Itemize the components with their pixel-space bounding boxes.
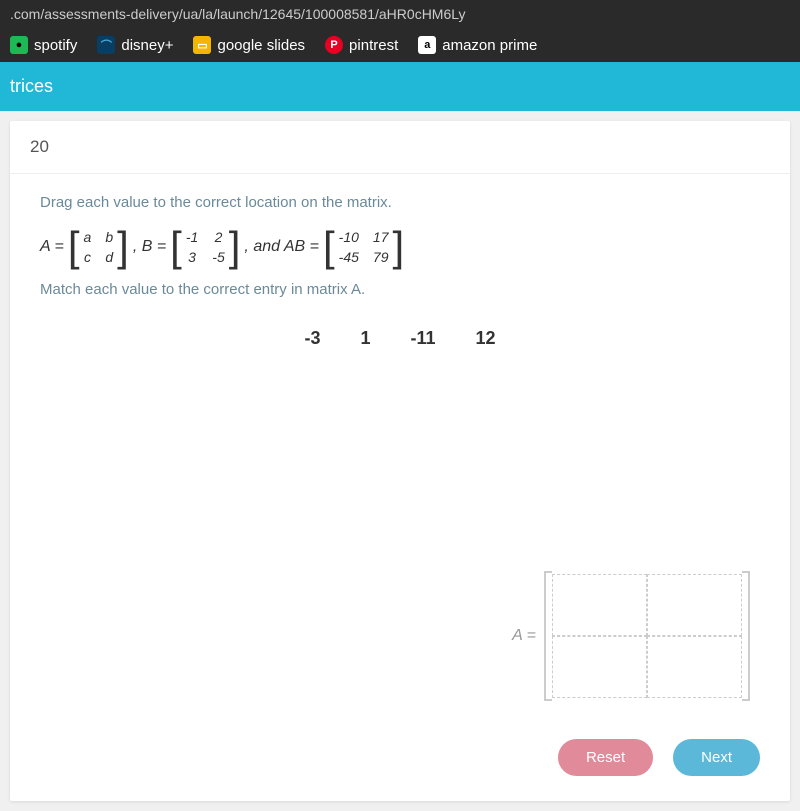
right-bracket-icon: ] xyxy=(117,230,129,264)
matrix-cell: -1 xyxy=(186,229,198,245)
bookmark-label: amazon prime xyxy=(442,37,537,54)
instruction-text: Drag each value to the correct location … xyxy=(40,194,760,211)
matrix-b: [ -1 2 3 -5 ] xyxy=(170,229,240,265)
bookmark-spotify[interactable]: ● spotify xyxy=(10,36,77,54)
drop-matrix xyxy=(544,571,750,701)
and-text: , and AB = xyxy=(244,238,319,256)
bookmark-label: pintrest xyxy=(349,37,398,54)
matrix-cell: a xyxy=(84,229,92,245)
matrix-cell: 2 xyxy=(212,229,224,245)
amazon-icon: a xyxy=(418,36,436,54)
bookmark-label: google slides xyxy=(217,37,305,54)
draggable-value[interactable]: 1 xyxy=(360,328,370,349)
math-equation-row: A = [ a b c d ] , B = [ -1 2 xyxy=(40,229,760,265)
right-bracket-icon xyxy=(742,571,750,701)
matrix-a-label: A = xyxy=(40,238,64,256)
next-button[interactable]: Next xyxy=(673,739,760,776)
left-bracket-icon xyxy=(544,571,552,701)
drop-cell-a[interactable] xyxy=(552,574,647,636)
content-area: 20 Drag each value to the correct locati… xyxy=(0,111,800,811)
spotify-icon: ● xyxy=(10,36,28,54)
sub-instruction-text: Match each value to the correct entry in… xyxy=(40,281,760,298)
matrix-b-label: , B = xyxy=(133,238,166,256)
page-header: trices xyxy=(0,62,800,111)
question-card: 20 Drag each value to the correct locati… xyxy=(10,121,790,801)
drop-cell-d[interactable] xyxy=(647,636,742,698)
question-number: 20 xyxy=(10,121,790,174)
draggable-values-row: -3 1 -11 12 xyxy=(40,328,760,349)
matrix-cell: 17 xyxy=(373,229,389,245)
matrix-cell: c xyxy=(84,249,92,265)
drop-matrix-label: A = xyxy=(512,627,536,645)
matrix-cell: 3 xyxy=(186,249,198,265)
bookmarks-bar: ● spotify ⌒ disney+ ▭ google slides P pi… xyxy=(0,28,800,62)
matrix-a: [ a b c d ] xyxy=(68,229,129,265)
bookmark-label: spotify xyxy=(34,37,77,54)
bookmark-disney[interactable]: ⌒ disney+ xyxy=(97,36,173,54)
drop-cell-c[interactable] xyxy=(552,636,647,698)
matrix-cell: 79 xyxy=(373,249,389,265)
matrix-cell: d xyxy=(105,249,113,265)
left-bracket-icon: [ xyxy=(170,230,182,264)
matrix-cell: -5 xyxy=(212,249,224,265)
draggable-value[interactable]: -11 xyxy=(410,328,435,349)
draggable-value[interactable]: 12 xyxy=(476,328,496,349)
question-body: Drag each value to the correct location … xyxy=(10,174,790,409)
matrix-cell: -10 xyxy=(339,229,359,245)
drop-cell-b[interactable] xyxy=(647,574,742,636)
slides-icon: ▭ xyxy=(193,36,211,54)
matrix-cell: -45 xyxy=(339,249,359,265)
left-bracket-icon: [ xyxy=(68,230,80,264)
bookmark-label: disney+ xyxy=(121,37,173,54)
matrix-cell: b xyxy=(105,229,113,245)
reset-button[interactable]: Reset xyxy=(558,739,653,776)
bookmark-amazon[interactable]: a amazon prime xyxy=(418,36,537,54)
button-row: Reset Next xyxy=(558,739,760,776)
draggable-value[interactable]: -3 xyxy=(304,328,320,349)
right-bracket-icon: ] xyxy=(392,230,404,264)
pinterest-icon: P xyxy=(325,36,343,54)
bookmark-slides[interactable]: ▭ google slides xyxy=(193,36,305,54)
right-bracket-icon: ] xyxy=(229,230,241,264)
page-title: trices xyxy=(10,76,53,96)
address-bar[interactable]: .com/assessments-delivery/ua/la/launch/1… xyxy=(0,0,800,28)
drop-area: A = xyxy=(512,571,750,701)
bookmark-pinterest[interactable]: P pintrest xyxy=(325,36,398,54)
disney-icon: ⌒ xyxy=(97,36,115,54)
left-bracket-icon: [ xyxy=(323,230,335,264)
matrix-ab: [ -10 17 -45 79 ] xyxy=(323,229,404,265)
